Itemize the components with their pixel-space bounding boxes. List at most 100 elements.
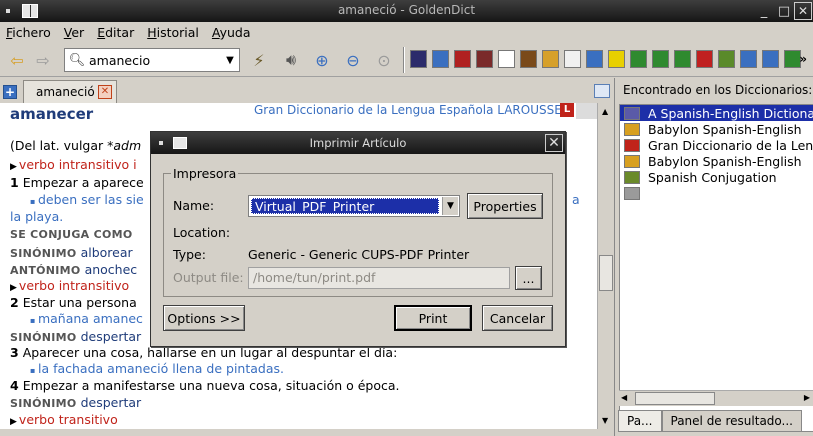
list-item[interactable]: Gran Diccionario de la Leng: [620, 137, 813, 153]
sense-number: 2: [10, 295, 19, 310]
flag-icon: [624, 122, 640, 136]
dictionary-toggle-icon[interactable]: [652, 50, 669, 68]
dictionary-icon: [624, 106, 640, 120]
menu-historial[interactable]: Historial: [147, 25, 199, 40]
printer-name-select[interactable]: Virtual_PDF_Printer ▼: [248, 195, 460, 217]
name-label: Name:: [173, 198, 215, 213]
dictionary-toggle-icon[interactable]: [674, 50, 691, 68]
sense-1: 1 Empezar a aparece: [10, 175, 144, 190]
grammar-label: verbo intransitivo i: [18, 157, 137, 172]
dictionary-toggle-icon[interactable]: [564, 50, 581, 68]
dictionary-toggle-icon[interactable]: [476, 50, 493, 68]
close-icon[interactable]: ✕: [794, 2, 812, 20]
expand-triangle-icon[interactable]: ▶: [10, 417, 17, 427]
close-tab-icon[interactable]: ✕: [98, 85, 112, 99]
scroll-thumb[interactable]: [599, 255, 613, 291]
dictionary-toggle-icon[interactable]: [762, 50, 779, 68]
expand-triangle-icon[interactable]: ▶: [10, 283, 17, 293]
synonym-line: SINÓNIMO despertar: [10, 329, 141, 344]
synonym-link[interactable]: despertar: [81, 395, 142, 410]
tab-panel-resultados[interactable]: Panel de resultado...: [661, 410, 802, 432]
zoom-out-icon[interactable]: ⊖: [342, 49, 364, 71]
printer-name-value: Virtual_PDF_Printer: [251, 198, 439, 214]
antonym-line: ANTÓNIMO anochec: [10, 262, 137, 277]
zoom-reset-icon[interactable]: ⊙: [373, 49, 395, 71]
cancel-button[interactable]: Cancelar: [482, 305, 553, 331]
options-button[interactable]: Options >>: [163, 305, 245, 331]
zoom-in-icon[interactable]: ⊕: [311, 49, 333, 71]
dictionary-toggle-icon[interactable]: [586, 50, 603, 68]
synonym-label: SINÓNIMO: [10, 247, 77, 260]
scroll-thumb[interactable]: [635, 392, 715, 405]
example-text: deben ser las sie: [37, 192, 144, 207]
sense-number: 3: [10, 345, 19, 360]
chevron-down-icon[interactable]: ▼: [442, 197, 458, 215]
example-text: la fachada amaneció llena de pintadas.: [37, 361, 284, 376]
dictionary-toggle-icon[interactable]: [410, 50, 427, 68]
tab-list-icon[interactable]: [594, 84, 610, 98]
search-input[interactable]: amanecio: [89, 53, 221, 68]
properties-button[interactable]: Properties: [467, 193, 543, 219]
scroll-up-icon[interactable]: ▲: [602, 107, 608, 116]
synonym-link[interactable]: alborear: [81, 245, 133, 260]
options-label: Options >>: [167, 310, 241, 326]
list-item-label: Babylon Spanish-English: [648, 153, 802, 169]
toolbar-overflow-button[interactable]: »: [799, 52, 807, 66]
expand-triangle-icon[interactable]: ▶: [10, 162, 17, 172]
synonym-link[interactable]: despertar: [81, 329, 142, 344]
dictionary-toggle-icon[interactable]: [608, 50, 625, 68]
dictionary-toggle-icon[interactable]: [432, 50, 449, 68]
magic-wand-icon[interactable]: ⚡︎: [248, 49, 270, 71]
menu-fichero[interactable]: Fichero: [6, 25, 51, 40]
scroll-right-icon[interactable]: ▶: [804, 393, 810, 402]
dictionary-toggle-icon[interactable]: [718, 50, 735, 68]
menu-ayuda[interactable]: Ayuda: [212, 25, 251, 40]
location-label: Location:: [173, 225, 231, 240]
speaker-icon[interactable]: 🔊︎: [280, 49, 302, 71]
list-item[interactable]: Babylon Spanish-English: [620, 121, 813, 137]
menu-ver[interactable]: Ver: [64, 25, 84, 40]
new-tab-button[interactable]: +: [3, 85, 17, 99]
list-hscrollbar[interactable]: ◀ ▶: [619, 390, 813, 406]
list-item[interactable]: A Spanish-English Dictionar: [620, 105, 813, 121]
dictionary-source-link[interactable]: Gran Diccionario de la Lengua Española L…: [254, 103, 562, 117]
dictionary-toggle-icon[interactable]: [520, 50, 537, 68]
search-icon: 🔍︎: [68, 52, 86, 68]
type-value: Generic - Generic CUPS-PDF Printer: [248, 247, 470, 262]
list-item[interactable]: Babylon Spanish-English: [620, 153, 813, 169]
menu-editar[interactable]: Editar: [97, 25, 134, 40]
dictionary-toggle-icon[interactable]: [696, 50, 713, 68]
toolbar-separator: [403, 47, 405, 73]
output-file-input[interactable]: /home/tun/print.pdf: [248, 267, 510, 289]
article-scrollbar[interactable]: ▲ ▼: [597, 103, 614, 429]
browse-button[interactable]: ...: [515, 266, 542, 290]
tab-amanecio[interactable]: amaneció ✕: [23, 80, 117, 103]
forward-arrow-icon[interactable]: ⇨: [32, 49, 54, 71]
headword: amanecer: [10, 105, 94, 123]
dictionary-toggle-icon[interactable]: [740, 50, 757, 68]
close-icon[interactable]: ✕: [545, 134, 563, 152]
list-item[interactable]: Spanish Conjugation: [620, 169, 813, 185]
minimize-icon[interactable]: _: [754, 0, 774, 22]
dictionary-toggle-icon[interactable]: [498, 50, 515, 68]
dictionary-toggle-icon[interactable]: [542, 50, 559, 68]
print-button[interactable]: Print: [394, 305, 472, 331]
dictionary-toggle-icon[interactable]: [630, 50, 647, 68]
grammar-line: ▶ verbo transitivo: [10, 412, 118, 427]
output-file-label: Output file:: [173, 270, 244, 285]
maximize-icon[interactable]: □: [774, 0, 794, 22]
found-dictionaries-list[interactable]: A Spanish-English Dictionar Babylon Span…: [619, 104, 813, 432]
chevron-down-icon[interactable]: ▼: [221, 55, 239, 66]
back-arrow-icon[interactable]: ⇦: [6, 49, 28, 71]
scroll-down-icon[interactable]: ▼: [602, 416, 608, 425]
example-line: deben ser las sie: [10, 192, 144, 207]
scroll-left-icon[interactable]: ◀: [621, 393, 627, 402]
dictionary-toggle-icon[interactable]: [454, 50, 471, 68]
list-item[interactable]: [620, 185, 813, 201]
example-line: la playa.: [10, 209, 64, 224]
antonym-link[interactable]: anochec: [85, 262, 138, 277]
conjugation-note: SE CONJUGA COMO: [10, 228, 133, 241]
search-combobox[interactable]: 🔍︎ amanecio ▼: [64, 48, 240, 72]
book-icon: [624, 170, 640, 184]
tab-pa[interactable]: Pa...: [618, 410, 662, 432]
